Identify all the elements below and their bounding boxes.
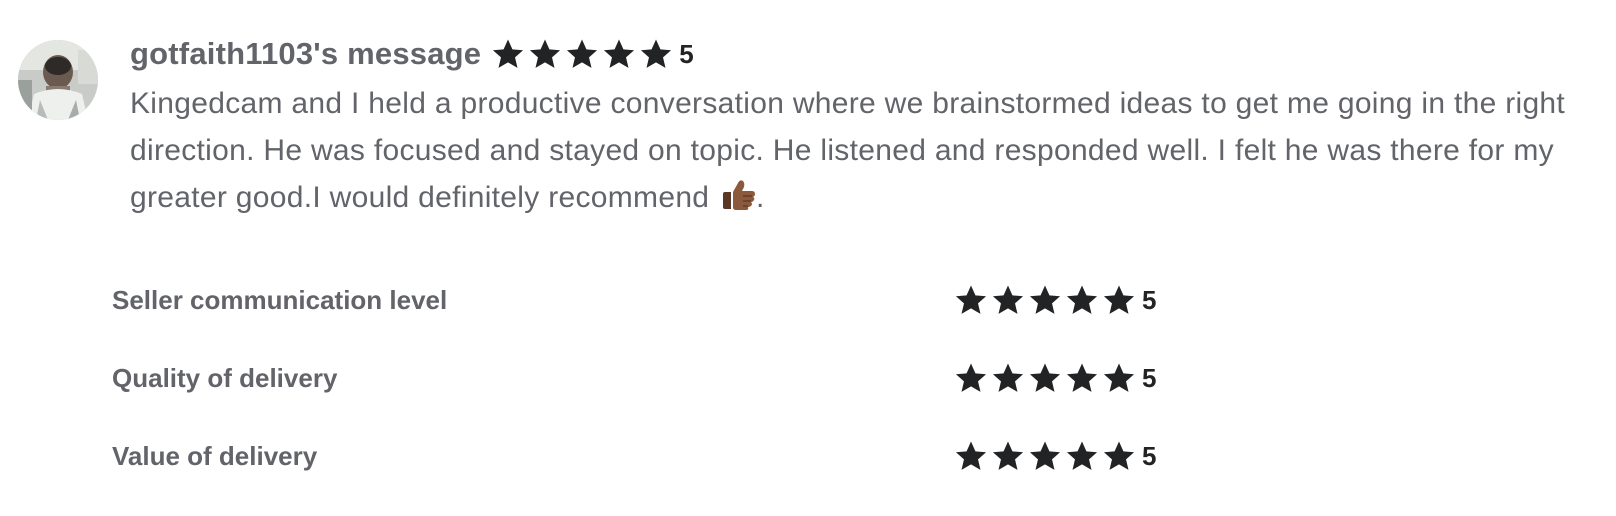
star-icon [1065,362,1099,394]
star-icon [954,284,988,316]
star-icon [639,38,673,70]
star-rating [954,440,1136,472]
star-icon [991,362,1025,394]
rating-value: 5 [1142,362,1157,393]
star-icon [528,38,562,70]
star-icon [1065,284,1099,316]
review-header: gotfaith1103's message 5 [130,36,1590,72]
star-rating [954,284,1136,316]
star-icon [1065,440,1099,472]
breakdown-row-communication: Seller communication level 5 [112,282,1212,360]
star-rating [954,362,1136,394]
reviewer-name[interactable]: gotfaith1103's message [130,36,481,72]
star-icon [954,440,988,472]
star-icon [491,38,525,70]
star-icon [1102,362,1136,394]
review-content: gotfaith1103's message 5 Kingedcam and I… [130,36,1590,221]
breakdown-rating: 5 [954,438,1156,474]
breakdown-rating: 5 [954,282,1156,318]
star-icon [1028,284,1062,316]
rating-value: 5 [1142,284,1157,315]
breakdown-row-value: Value of delivery 5 [112,438,1212,516]
review-message-end: . [755,181,765,214]
breakdown-label: Value of delivery [112,441,318,471]
rating-value: 5 [679,38,694,69]
star-icon [1102,284,1136,316]
breakdown-rating: 5 [954,360,1156,396]
review-message: Kingedcam and I held a productive conver… [130,80,1590,221]
review-message-text: Kingedcam and I held a productive conver… [130,87,1566,214]
star-icon [991,440,1025,472]
star-icon [1028,440,1062,472]
star-icon [954,362,988,394]
star-rating [491,38,673,70]
avatar[interactable] [18,40,98,120]
breakdown-label: Quality of delivery [112,363,338,393]
star-icon [565,38,599,70]
star-icon [991,284,1025,316]
rating-value: 5 [1142,440,1157,471]
breakdown-label: Seller communication level [112,285,448,315]
star-icon [602,38,636,70]
user-photo [18,40,98,120]
breakdown-row-quality: Quality of delivery 5 [112,360,1212,438]
thumbs-up-icon [722,179,756,211]
rating-breakdown: Seller communication level 5 Quality of … [112,282,1212,516]
star-icon [1028,362,1062,394]
star-icon [1102,440,1136,472]
